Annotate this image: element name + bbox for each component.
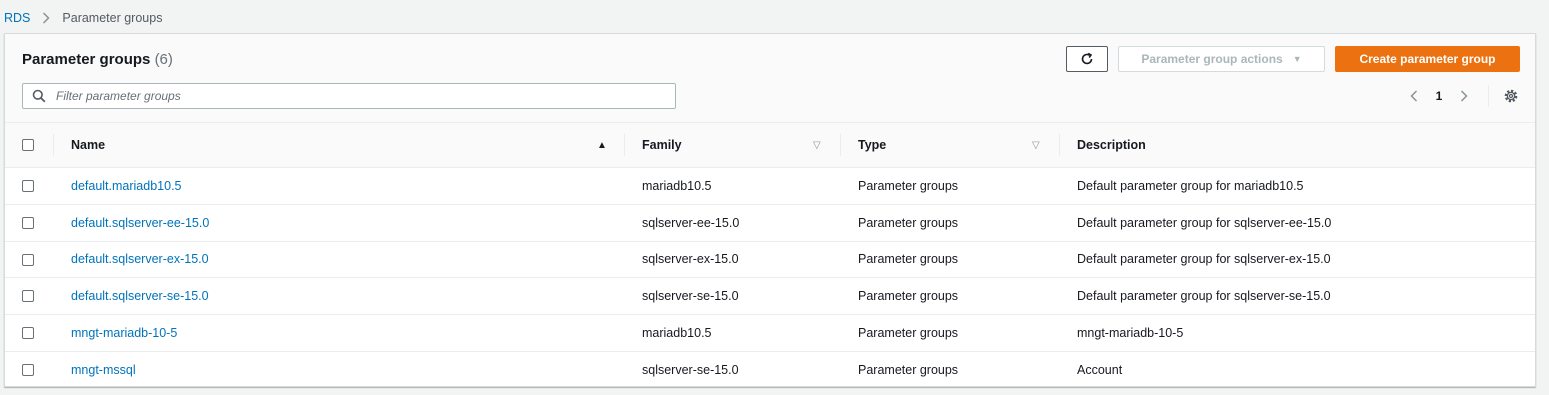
row-description: Default parameter group for mariadb10.5: [1077, 178, 1304, 193]
breadcrumb: RDS Parameter groups: [4, 10, 162, 26]
search-field[interactable]: [22, 83, 676, 109]
row-checkbox[interactable]: [22, 290, 34, 303]
column-header-type[interactable]: Type: [858, 123, 886, 167]
row-checkbox[interactable]: [22, 216, 34, 229]
table-row[interactable]: default.sqlserver-ex-15.0 sqlserver-ex-1…: [5, 242, 1535, 279]
actions-label: Parameter group actions: [1141, 52, 1283, 66]
panel-header: Parameter groups (6) Parameter group act…: [5, 34, 1535, 123]
column-header-family[interactable]: Family: [642, 123, 682, 167]
row-family: sqlserver-ex-15.0: [642, 252, 739, 267]
row-name-link[interactable]: default.sqlserver-se-15.0: [71, 278, 209, 314]
gear-icon[interactable]: [1502, 87, 1520, 105]
row-description: Default parameter group for sqlserver-ex…: [1077, 252, 1331, 267]
row-checkbox[interactable]: [22, 363, 34, 376]
sort-icon[interactable]: ▽: [813, 140, 821, 151]
row-description: Default parameter group for sqlserver-ee…: [1077, 215, 1332, 230]
column-divider: [53, 134, 54, 156]
row-name-link[interactable]: default.mariadb10.5: [71, 168, 182, 204]
row-name-link[interactable]: default.sqlserver-ex-15.0: [71, 242, 209, 278]
parameter-groups-panel: Parameter groups (6) Parameter group act…: [4, 33, 1536, 387]
row-family: mariadb10.5: [642, 326, 712, 341]
row-description: Default parameter group for sqlserver-se…: [1077, 289, 1331, 304]
pager-divider: [1488, 85, 1489, 107]
row-checkbox[interactable]: [22, 180, 34, 192]
table-row[interactable]: default.sqlserver-se-15.0 sqlserver-se-1…: [5, 278, 1535, 316]
row-name-link[interactable]: mngt-mariadb-10-5: [71, 315, 177, 351]
table-row[interactable]: default.sqlserver-ee-15.0 sqlserver-ee-1…: [5, 205, 1535, 242]
table-row[interactable]: mngt-mariadb-10-5 mariadb10.5 Parameter …: [5, 315, 1535, 352]
column-header-name[interactable]: Name: [71, 123, 105, 167]
row-description: mngt-mariadb-10-5: [1077, 326, 1184, 341]
page-title: Parameter groups (6): [22, 51, 173, 68]
row-type: Parameter groups: [858, 178, 959, 193]
pagination: 1: [1406, 87, 1472, 105]
row-type: Parameter groups: [858, 215, 959, 230]
chevron-right-icon[interactable]: [1456, 88, 1472, 104]
parameter-group-actions-button[interactable]: Parameter group actions ▼: [1118, 46, 1325, 72]
row-checkbox[interactable]: [22, 327, 34, 340]
select-all-checkbox[interactable]: [22, 139, 34, 151]
title-count: (6): [154, 51, 173, 68]
row-type: Parameter groups: [858, 252, 959, 267]
page-number[interactable]: 1: [1422, 89, 1456, 103]
row-family: sqlserver-ee-15.0: [642, 215, 740, 230]
table-header: Name ▲ Family ▽ Type ▽ Description: [5, 123, 1535, 168]
search-input[interactable]: [54, 88, 675, 104]
column-divider: [624, 134, 625, 156]
caret-down-icon: ▼: [1292, 54, 1302, 64]
column-divider: [840, 134, 841, 156]
row-name-link[interactable]: mngt-mssql: [71, 352, 136, 389]
sort-icon[interactable]: ▽: [1032, 140, 1040, 151]
table-row[interactable]: mngt-mssql sqlserver-se-15.0 Parameter g…: [5, 352, 1535, 389]
row-type: Parameter groups: [858, 363, 959, 378]
sort-ascending-icon[interactable]: ▲: [597, 140, 607, 151]
row-checkbox[interactable]: [22, 253, 34, 266]
create-parameter-group-button[interactable]: Create parameter group: [1335, 46, 1520, 72]
parameter-groups-table: Name ▲ Family ▽ Type ▽ Description defau…: [5, 123, 1535, 389]
row-type: Parameter groups: [858, 326, 959, 341]
table-row[interactable]: default.mariadb10.5 mariadb10.5 Paramete…: [5, 168, 1535, 205]
column-divider: [1059, 134, 1060, 156]
refresh-button[interactable]: [1066, 46, 1108, 72]
row-description: Account: [1077, 363, 1123, 378]
row-family: sqlserver-se-15.0: [642, 289, 739, 304]
row-name-link[interactable]: default.sqlserver-ee-15.0: [71, 205, 209, 241]
row-family: sqlserver-se-15.0: [642, 363, 739, 378]
title-text: Parameter groups: [22, 51, 151, 68]
breadcrumb-current: Parameter groups: [62, 11, 163, 25]
column-header-description[interactable]: Description: [1077, 123, 1146, 167]
chevron-right-icon: [42, 12, 50, 24]
breadcrumb-link-rds[interactable]: RDS: [4, 11, 30, 25]
chevron-left-icon[interactable]: [1406, 88, 1422, 104]
refresh-icon: [1081, 52, 1093, 65]
row-family: mariadb10.5: [642, 178, 712, 193]
row-type: Parameter groups: [858, 289, 959, 304]
search-icon: [32, 89, 46, 103]
